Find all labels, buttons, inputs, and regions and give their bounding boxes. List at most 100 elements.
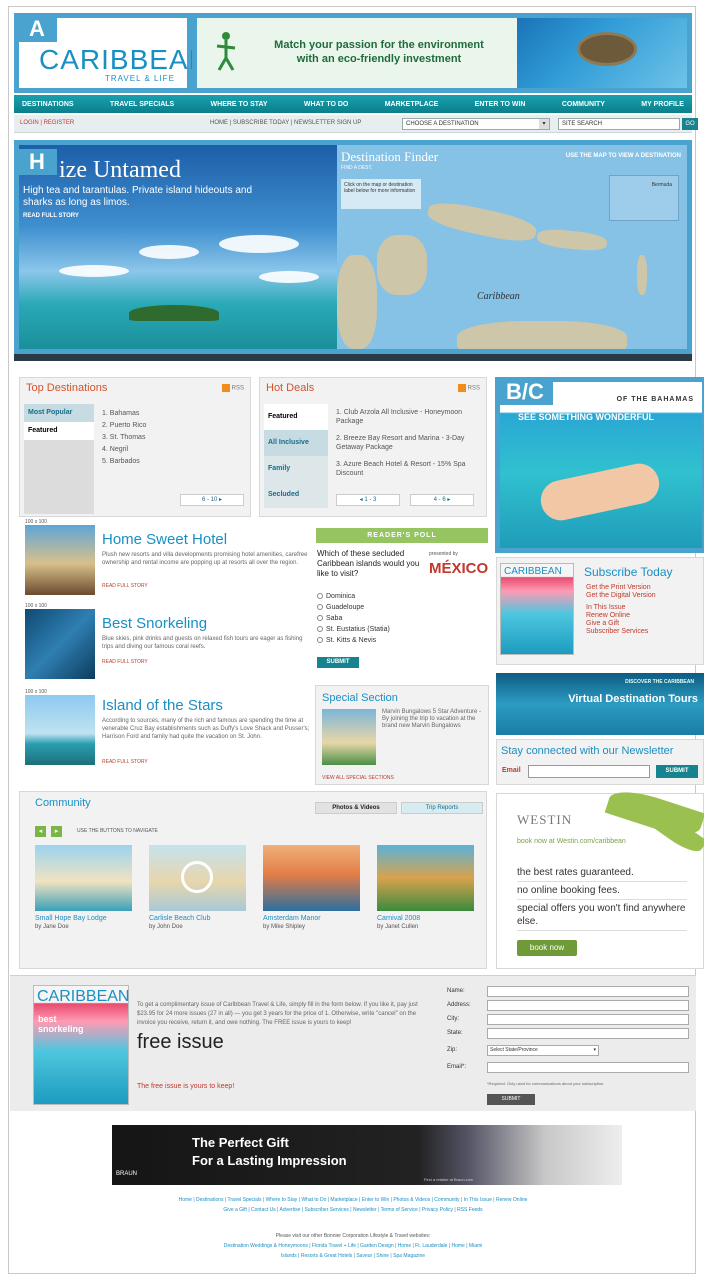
poll-option[interactable]: Dominica [317, 591, 390, 602]
link-digital-version[interactable]: Get the Digital Version [586, 592, 656, 600]
nav-destinations[interactable]: DESTINATIONS [22, 101, 74, 108]
footer-network-links[interactable]: Destination Weddings & Honeymoons | Flor… [9, 1243, 697, 1249]
nav-community[interactable]: COMMUNITY [562, 101, 605, 108]
bermuda-inset[interactable]: Bermuda [609, 175, 679, 221]
destination-finder-map[interactable]: Destination Finder FIND A DEST. USE THE … [337, 145, 687, 349]
city-field[interactable] [487, 1014, 689, 1025]
community-thumbnail[interactable] [377, 845, 474, 911]
site-search-input[interactable]: SITE SEARCH [558, 118, 680, 130]
poll-sponsor-logo[interactable]: MÉXICO [429, 560, 488, 577]
newsletter-email-field[interactable] [528, 765, 650, 778]
community-caption[interactable]: Amsterdam Manor [263, 915, 321, 922]
nav-enter-to-win[interactable]: ENTER TO WIN [475, 101, 526, 108]
community-thumbnail[interactable] [263, 845, 360, 911]
article-title[interactable]: Island of the Stars [102, 697, 223, 714]
poll-option[interactable]: Guadeloupe [317, 602, 390, 613]
footer-links-secondary[interactable]: Give a Gift | Contact Us | Advertise | S… [9, 1207, 697, 1213]
footer-links-primary[interactable]: Home | Destinations | Travel Specials | … [9, 1197, 697, 1203]
poll-submit-button[interactable]: SUBMIT [317, 657, 359, 668]
nav-my-profile[interactable]: MY PROFILE [641, 101, 684, 108]
next-arrow-icon[interactable]: ▸ [51, 826, 62, 837]
virtual-destination-tours-banner[interactable]: DISCOVER THE CARIBBEAN Virtual Destinati… [496, 673, 704, 735]
feature-story[interactable]: ize Untamed High tea and tarantulas. Pri… [19, 145, 337, 349]
poll-option[interactable]: St. Eustatius (Statia) [317, 624, 390, 635]
tab-featured[interactable]: Featured [264, 404, 328, 430]
community-caption[interactable]: Carlisle Beach Club [149, 915, 210, 922]
list-item[interactable]: 3. Azure Beach Hotel & Resort - 15% Spa … [336, 460, 482, 486]
poll-option[interactable]: Saba [317, 613, 390, 624]
list-item[interactable]: 2. Breeze Bay Resort and Marina - 3-Day … [336, 434, 482, 460]
community-caption[interactable]: Carnival 2008 [377, 915, 420, 922]
community-caption[interactable]: Small Hope Bay Lodge [35, 915, 107, 922]
pager-prev-button[interactable]: ◂ 1 - 3 [336, 494, 400, 506]
pager-next-button[interactable]: 4 - 6 ▸ [410, 494, 474, 506]
state-province-select[interactable]: Select State/Province ▾ [487, 1045, 599, 1056]
nav-travel-specials[interactable]: TRAVEL SPECIALS [110, 101, 174, 108]
tab-all-inclusive[interactable]: All Inclusive [264, 430, 328, 456]
special-section-thumbnail[interactable] [322, 709, 376, 765]
community-thumbnail[interactable] [149, 845, 246, 911]
link-renew-online[interactable]: Renew Online [586, 612, 656, 620]
list-item[interactable]: 4. Negril [102, 444, 146, 456]
free-issue-link[interactable]: The free issue is yours to keep! [137, 1083, 234, 1090]
pager-next-button[interactable]: 6 - 10 ▸ [180, 494, 244, 506]
prev-arrow-icon[interactable]: ◂ [35, 826, 46, 837]
list-item[interactable]: 5. Barbados [102, 456, 146, 468]
rss-link[interactable]: RSS [221, 384, 244, 392]
list-item[interactable]: 1. Club Arzola All Inclusive - Honeymoon… [336, 408, 482, 434]
article-read-link[interactable]: READ FULL STORY [102, 659, 148, 665]
play-icon[interactable] [181, 861, 213, 893]
email-field[interactable] [487, 1062, 689, 1073]
link-in-this-issue[interactable]: In This Issue [586, 604, 656, 612]
footer-network-links-2[interactable]: Islands | Resorts & Great Hotels | Saveu… [9, 1253, 697, 1259]
eco-investment-ad[interactable]: Match your passion for the environment w… [192, 13, 692, 93]
finder-note: Click on the map or destination label be… [341, 179, 421, 209]
nav-where-to-stay[interactable]: WHERE TO STAY [211, 101, 268, 108]
article-thumbnail[interactable] [25, 525, 95, 595]
free-issue-magazine-cover[interactable]: CARIBBEAN best snorkeling [33, 985, 129, 1105]
article-read-link[interactable]: READ FULL STORY [102, 759, 148, 765]
search-go-button[interactable]: GO [682, 118, 698, 130]
tab-photos-videos[interactable]: Photos & Videos [315, 802, 397, 814]
list-item[interactable]: 1. Bahamas [102, 408, 146, 420]
tab-featured[interactable]: Featured [24, 422, 94, 440]
community-author: by Janet Cullen [377, 924, 419, 930]
feature-read-link[interactable]: READ FULL STORY [23, 213, 79, 219]
article-title[interactable]: Best Snorkeling [102, 615, 207, 632]
link-subscriber-services[interactable]: Subscriber Services [586, 628, 656, 636]
rss-link[interactable]: RSS [457, 384, 480, 392]
westin-ad[interactable]: WESTIN book now at Westin.com/caribbean … [496, 783, 704, 969]
article-title[interactable]: Home Sweet Hotel [102, 531, 227, 548]
tab-family[interactable]: Family [264, 456, 328, 482]
map-label-caribbean[interactable]: Caribbean [477, 291, 520, 302]
destination-select[interactable]: CHOOSE A DESTINATION ▾ [402, 118, 550, 130]
nav-what-to-do[interactable]: WHAT TO DO [304, 101, 348, 108]
link-print-version[interactable]: Get the Print Version [586, 584, 656, 592]
newsletter-submit-button[interactable]: SUBMIT [656, 765, 698, 778]
article-thumbnail[interactable] [25, 695, 95, 765]
article-thumbnail[interactable] [25, 609, 95, 679]
tab-secluded[interactable]: Secluded [264, 482, 328, 508]
address-field[interactable] [487, 1000, 689, 1011]
state-field[interactable] [487, 1028, 689, 1039]
login-register-link[interactable]: LOGIN | REGISTER [20, 120, 74, 126]
link-give-a-gift[interactable]: Give a Gift [586, 620, 656, 628]
book-now-button[interactable]: book now [517, 940, 577, 956]
free-issue-submit-button[interactable]: SUBMIT [487, 1094, 535, 1105]
magazine-cover[interactable]: CARIBBEAN [500, 563, 574, 655]
name-field[interactable] [487, 986, 689, 997]
tab-most-popular[interactable]: Most Popular [24, 404, 94, 422]
nav-marketplace[interactable]: MARKETPLACE [385, 101, 439, 108]
poll-option[interactable]: St. Kitts & Nevis [317, 635, 390, 646]
braun-gift-ad[interactable]: The Perfect Gift For a Lasting Impressio… [112, 1125, 622, 1185]
list-item[interactable]: 3. St. Thomas [102, 432, 146, 444]
article-summary: Blue skies, pink drinks and guests on re… [102, 636, 303, 650]
view-special-sections-link[interactable]: VIEW ALL SPECIAL SECTIONS [322, 775, 394, 781]
article-read-link[interactable]: READ FULL STORY [102, 583, 148, 589]
list-item[interactable]: 2. Puerto Rico [102, 420, 146, 432]
turtle-photo [517, 18, 687, 88]
ad-headline: Match your passion for the environment w… [249, 38, 509, 66]
community-thumbnail[interactable] [35, 845, 132, 911]
utility-links[interactable]: HOME | SUBSCRIBE TODAY | NEWSLETTER SIGN… [210, 120, 361, 126]
tab-trip-reports[interactable]: Trip Reports [401, 802, 483, 814]
